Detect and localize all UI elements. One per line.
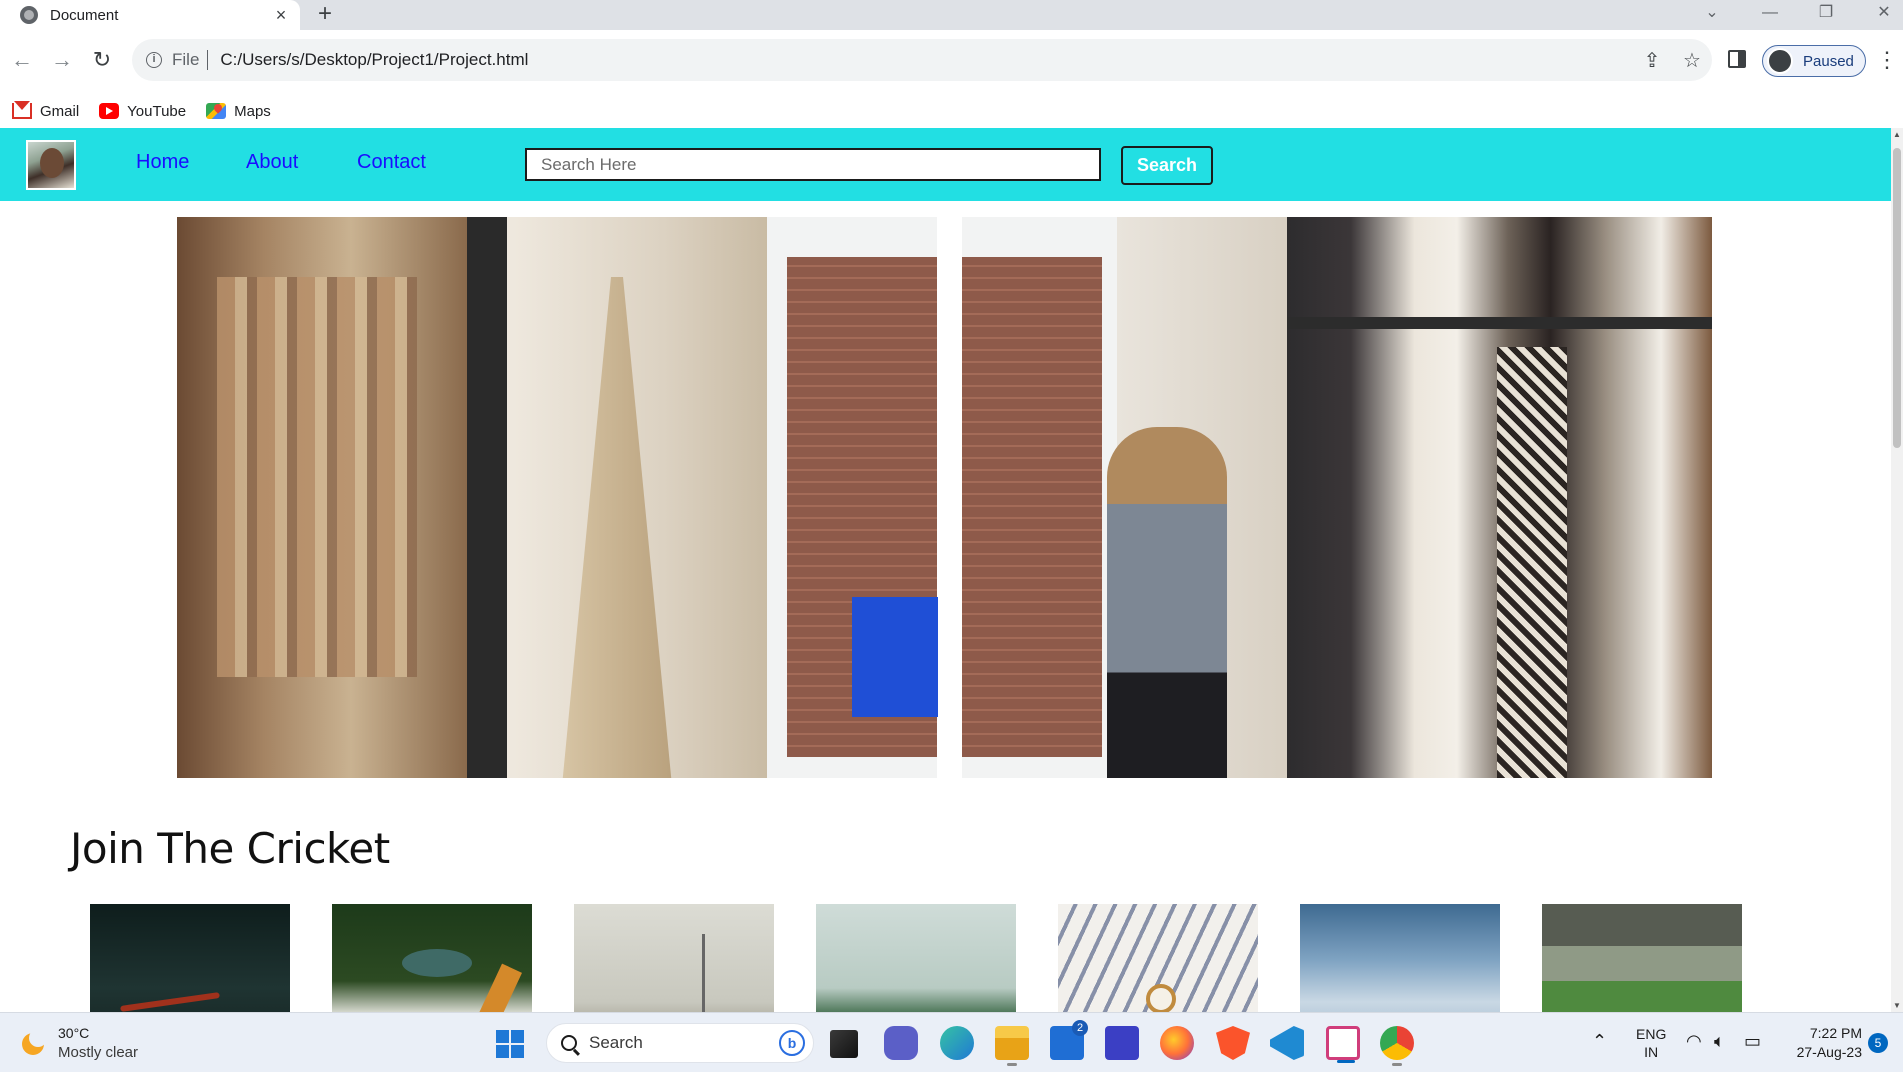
address-scheme: File — [172, 50, 200, 69]
nav-link-home[interactable]: Home — [136, 151, 189, 174]
site-logo[interactable] — [26, 140, 76, 190]
gallery-image-watch[interactable] — [1058, 904, 1258, 1012]
bookmark-maps[interactable]: Maps — [206, 103, 271, 120]
address-bar[interactable]: i File C:/Users/s/Desktop/Project1/Proje… — [132, 39, 1712, 81]
nav-link-about[interactable]: About — [246, 151, 298, 174]
maximize-button[interactable]: ❐ — [1806, 0, 1846, 30]
bookmark-label: YouTube — [127, 102, 187, 120]
show-hidden-icons[interactable]: ⌃ — [1592, 1031, 1607, 1052]
youtube-icon — [99, 103, 120, 119]
volume-icon[interactable]: 🔈︎ — [1714, 1031, 1725, 1052]
scroll-down-icon[interactable]: ▼ — [1891, 1001, 1903, 1010]
taskbar-search[interactable]: Search b — [546, 1023, 814, 1063]
tab-document[interactable]: Document × — [0, 0, 300, 30]
close-window-button[interactable]: ✕ — [1864, 0, 1903, 30]
scroll-thumb[interactable] — [1893, 148, 1901, 448]
chrome-icon[interactable] — [1380, 1026, 1414, 1066]
bookmark-gmail[interactable]: Gmail — [12, 101, 80, 120]
profile-status: Paused — [1803, 52, 1854, 70]
mail-icon[interactable]: 2 — [1050, 1020, 1088, 1060]
gmail-icon — [12, 101, 32, 119]
clock[interactable]: 7:22 PM 27-Aug-23 — [1786, 1024, 1862, 1062]
language-indicator[interactable]: ENG IN — [1636, 1025, 1666, 1061]
back-button[interactable]: ← — [4, 42, 40, 78]
windows-taskbar: 30°C Mostly clear Search b 2 ⌃ ENG IN ◠ … — [0, 1012, 1903, 1072]
hero-image — [177, 217, 1712, 778]
gallery-image-dragonfly[interactable] — [90, 904, 290, 1012]
address-separator — [207, 50, 209, 70]
browser-tabstrip: Document × + ⌄ — ❐ ✕ — [0, 0, 1903, 30]
bing-icon[interactable]: b — [779, 1030, 805, 1056]
avatar — [1767, 48, 1793, 74]
new-tab-button[interactable]: + — [318, 0, 332, 30]
section-title: Join The Cricket — [70, 824, 390, 873]
page-scrollbar[interactable]: ▲ ▼ — [1891, 128, 1903, 1012]
browser-toolbar: ← → ↻ i File C:/Users/s/Desktop/Project1… — [0, 30, 1903, 94]
windows-start-icon[interactable] — [496, 1030, 524, 1058]
bookmark-youtube[interactable]: YouTube — [99, 103, 186, 120]
site-navbar: Home About Contact Search — [0, 128, 1891, 201]
forward-button[interactable]: → — [44, 42, 80, 78]
scroll-up-icon[interactable]: ▲ — [1891, 130, 1903, 139]
clock-date: 27-Aug-23 — [1796, 1044, 1862, 1060]
gallery-image-sky[interactable] — [1300, 904, 1500, 1012]
page-viewport: Home About Contact Search Join The Crick… — [0, 128, 1903, 1012]
site-search-input[interactable] — [525, 148, 1101, 181]
snipping-tool-icon[interactable] — [1326, 1026, 1360, 1063]
firefox-icon[interactable] — [1160, 1026, 1194, 1060]
bookmark-label: Gmail — [40, 102, 80, 120]
share-icon[interactable]: ⇪ — [1632, 48, 1672, 73]
tab-close-icon[interactable]: × — [266, 5, 296, 26]
lang-line-2: IN — [1644, 1044, 1659, 1060]
wifi-icon[interactable]: ◠ — [1686, 1031, 1702, 1052]
profile-button[interactable]: Paused — [1762, 45, 1866, 77]
gallery-image-batsman[interactable] — [332, 904, 532, 1012]
clock-time: 7:22 PM — [1809, 1025, 1862, 1041]
site-search-button[interactable]: Search — [1121, 146, 1213, 185]
lang-line-1: ENG — [1636, 1026, 1667, 1042]
globe-icon — [20, 6, 38, 24]
nav-link-contact[interactable]: Contact — [357, 151, 426, 174]
vscode-icon[interactable] — [1270, 1026, 1304, 1060]
gallery-image-stadium[interactable] — [574, 904, 774, 1012]
weather-temp[interactable]: 30°C — [58, 1025, 89, 1041]
bookmarks-bar: Gmail YouTube Maps — [0, 94, 1903, 128]
vs-dev-icon[interactable] — [1105, 1026, 1139, 1060]
file-explorer-icon[interactable] — [995, 1026, 1029, 1066]
browser-menu-icon[interactable]: ⋮ — [1876, 44, 1898, 76]
notification-badge[interactable]: 5 — [1868, 1033, 1888, 1053]
mail-badge: 2 — [1072, 1020, 1088, 1036]
tab-search-chevron-icon[interactable]: ⌄ — [1692, 0, 1732, 30]
side-panel-icon[interactable] — [1728, 50, 1746, 68]
minimize-button[interactable]: — — [1750, 0, 1790, 30]
bookmark-label: Maps — [234, 102, 271, 120]
teams-chat-icon[interactable] — [884, 1026, 918, 1060]
search-icon — [561, 1035, 577, 1051]
tab-title: Document — [50, 6, 119, 24]
task-view-icon[interactable] — [830, 1030, 858, 1058]
weather-icon[interactable] — [20, 1029, 48, 1057]
maps-icon — [206, 103, 227, 119]
gallery-image-field[interactable] — [816, 904, 1016, 1012]
address-url[interactable]: C:/Users/s/Desktop/Project1/Project.html — [220, 50, 1632, 70]
site-info-icon[interactable]: i — [146, 52, 162, 68]
battery-icon[interactable]: ▭ — [1744, 1031, 1761, 1052]
taskbar-search-label: Search — [589, 1033, 643, 1052]
gallery-image-match[interactable] — [1542, 904, 1742, 1012]
brave-icon[interactable] — [1216, 1026, 1250, 1060]
weather-condition[interactable]: Mostly clear — [58, 1044, 138, 1061]
bookmark-star-icon[interactable]: ☆ — [1672, 48, 1712, 73]
edge-icon[interactable] — [940, 1026, 974, 1060]
reload-button[interactable]: ↻ — [84, 42, 120, 78]
